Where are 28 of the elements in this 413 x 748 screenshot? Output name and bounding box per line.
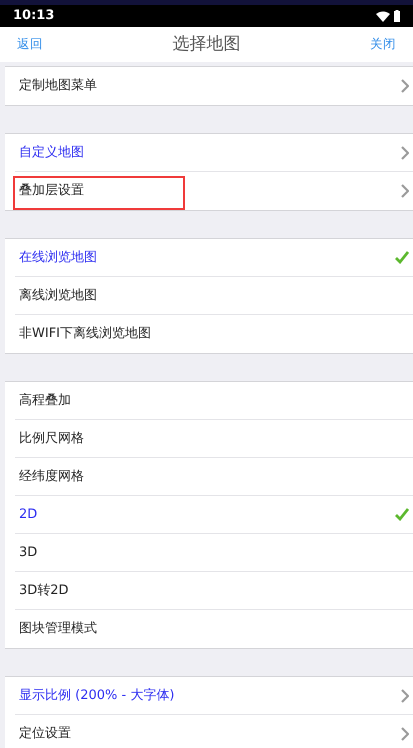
menu-item-label[interactable]: 定制地图菜单	[19, 76, 97, 96]
menu-item-label[interactable]: 经纬度网格	[19, 466, 84, 486]
menu-item-label[interactable]: 显示比例 (200% - 大字体)	[19, 686, 174, 706]
menu-item-label[interactable]: 定位设置	[19, 724, 71, 744]
menu-item-label[interactable]: 2D	[19, 504, 38, 524]
page-title: 选择地图	[172, 32, 240, 56]
back-button[interactable]: 返回	[17, 35, 43, 54]
menu-item-label[interactable]: 离线浏览地图	[19, 286, 97, 306]
status-time: 10:13	[13, 7, 54, 26]
chevron-right-icon	[401, 146, 409, 160]
wifi-icon	[376, 10, 390, 22]
chevron-right-icon	[401, 727, 409, 741]
menu-item-label[interactable]: 自定义地图	[19, 142, 84, 162]
menu-item-label[interactable]: 非WIFI下离线浏览地图	[19, 324, 151, 344]
menu-item-label[interactable]: 叠加层设置	[19, 181, 84, 201]
chevron-right-icon	[401, 688, 409, 702]
menu-item-label[interactable]: 3D	[19, 542, 38, 562]
checkmark-icon	[395, 251, 409, 264]
menu-item-label[interactable]: 比例尺网格	[19, 428, 84, 448]
chevron-right-icon	[401, 79, 409, 93]
menu-item-label[interactable]: 图块管理模式	[19, 619, 97, 639]
chevron-right-icon	[401, 184, 409, 198]
close-button[interactable]: 关闭	[370, 35, 396, 54]
menu-item-label[interactable]: 在线浏览地图	[19, 248, 97, 268]
checkmark-icon	[395, 508, 409, 521]
menu-item-label[interactable]: 高程叠加	[19, 390, 71, 410]
menu-item-label[interactable]: 3D转2D	[19, 580, 69, 600]
battery-icon	[394, 10, 400, 22]
